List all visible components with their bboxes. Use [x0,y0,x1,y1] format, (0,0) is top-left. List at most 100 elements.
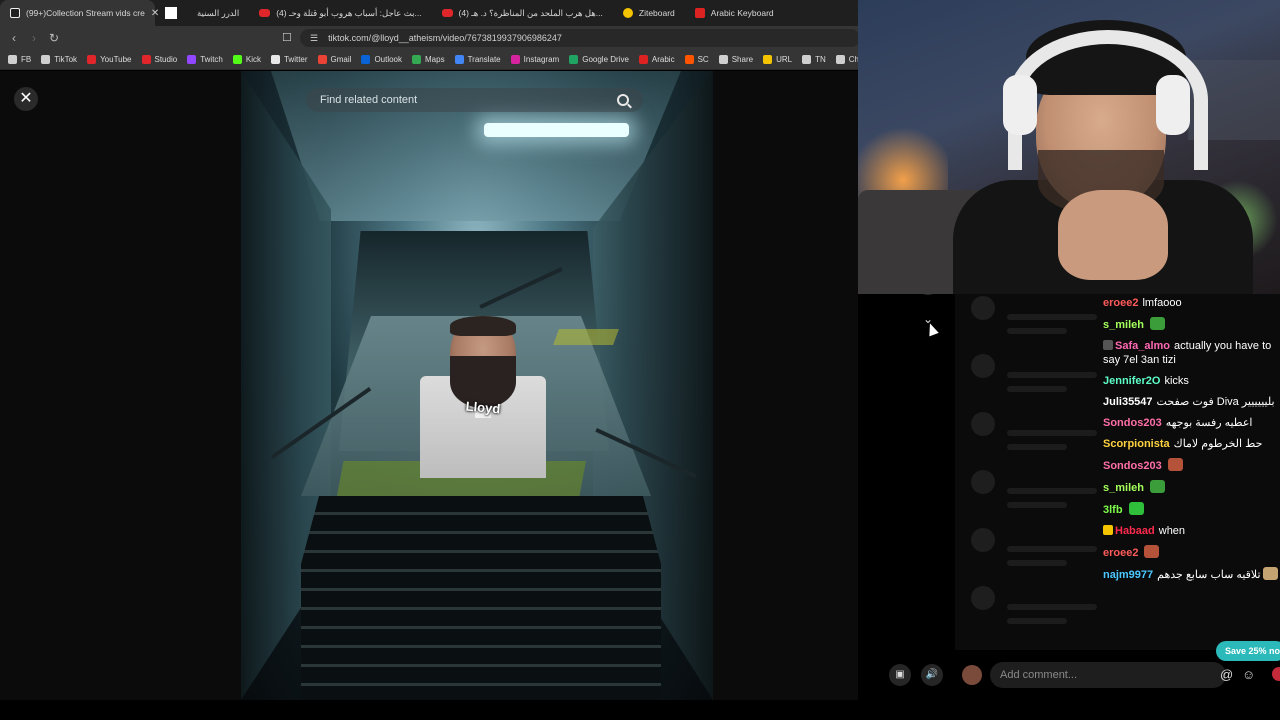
chat-username[interactable]: Scorpionista [1103,438,1170,450]
browser-toolbar: ‹ › ↻ ☐ ☰ tiktok.com/@lloyd__atheism/vid… [0,26,860,50]
promo-button[interactable]: Save 25% no [1216,641,1280,661]
chat-message: s_mileh [1103,480,1280,495]
bookmark-label: Twitch [200,55,223,64]
bookmark-favicon-icon [684,55,694,64]
emote-icon [1144,545,1160,558]
site-info-icon[interactable]: ☰ [310,33,318,44]
bookmark-icon[interactable]: ☐ [282,31,292,44]
chat-text: اعطيه رفسة بوجهه [1165,417,1253,429]
browser-tab[interactable]: (99+)Collection Stream vids cre ✕ [0,0,159,26]
close-tab-icon[interactable]: ✕ [151,8,159,19]
reload-icon[interactable]: ↻ [44,31,64,45]
youtube-icon [441,9,453,17]
tab-label: (4) بث عاجل: أسباب هروب أبو قتلة وحـ... [276,7,422,18]
chat-username[interactable]: Juli35547 [1103,396,1153,408]
browser-tab[interactable]: الدرر السنية [187,0,249,26]
floating-player-icon[interactable]: ▣ [889,664,911,686]
find-related-search[interactable]: Find related content [306,88,643,112]
e-icon [694,8,705,18]
video-controls: ▣ 🔊 [889,664,943,686]
bookmark-item[interactable]: Google Drive [569,55,629,64]
user-badge-icon [1103,525,1113,535]
bookmark-item[interactable]: Cha [835,55,858,64]
chat-text: فوت صفحت Diva بليييييير [1156,396,1275,408]
bookmark-label: SC [697,55,709,64]
browser-tab-bar: (99+)Collection Stream vids cre ✕ الدرر ال… [0,0,858,26]
bookmark-favicon-icon [638,55,648,64]
chat-text: حط الخرطوم لاماك [1173,438,1263,450]
browser-tab[interactable]: (4) بث عاجل: أسباب هروب أبو قتلة وحـ... [249,0,431,26]
chat-message: s_mileh [1103,317,1280,332]
bookmark-item[interactable]: Gmail [317,55,352,64]
comment-input[interactable] [990,662,1226,688]
browser-tab[interactable]: Ziteboard [613,0,685,26]
stream-chat: eroee2 lmfaooo s_mileh Safa_almo actually yo… [955,294,1280,650]
bookmark-item[interactable]: Studio [141,55,177,64]
chat-username[interactable]: najm9977 [1103,569,1153,581]
browser-tab[interactable]: (4) هل هرب الملحد من المناظرة؟ د. هـ... [432,0,613,26]
emoji-icon[interactable]: ☺ [1242,667,1255,682]
search-icon[interactable] [617,94,629,106]
chat-username[interactable]: Sondos203 [1103,460,1162,472]
user-badge-icon [1103,340,1113,350]
chat-username[interactable]: eroee2 [1103,297,1138,309]
bookmark-item[interactable]: URL [763,55,792,64]
bookmark-item[interactable]: Instagram [510,55,559,64]
forward-arrow-icon[interactable]: › [24,31,44,45]
blank-page-icon[interactable] [165,7,177,19]
emote-icon [1262,567,1278,580]
chat-username[interactable]: 3lfb [1103,504,1123,516]
bookmark-label: URL [776,55,793,64]
chat-username[interactable]: Sondos203 [1103,417,1162,429]
chat-username[interactable]: Habaad [1115,525,1155,537]
chat-message: Habaad when [1103,524,1280,538]
chat-message: Scorpionista حط الخرطوم لاماك [1103,437,1280,451]
bookmark-item[interactable]: YouTube [87,55,132,64]
bookmark-item[interactable]: FB [8,55,31,64]
url-text: tiktok.com/@lloyd__atheism/video/7673819… [328,33,562,43]
chat-message: 3lfb [1103,502,1280,517]
mention-icon[interactable]: @ [1220,667,1233,682]
bookmark-item[interactable]: TikTok [41,55,77,64]
bookmark-item[interactable]: Share [718,55,754,64]
tab-label: Arabic Keyboard [710,8,774,18]
bookmark-favicon-icon [835,55,845,64]
bookmark-item[interactable]: Outlook [361,55,402,64]
bookmark-item[interactable]: Maps [412,55,445,64]
tab-label: (4) هل هرب الملحد من المناظرة؟ د. هـ... [458,7,603,18]
bookmark-item[interactable]: TN [802,55,826,64]
bookmark-label: YouTube [100,55,132,64]
volume-icon[interactable]: 🔊 [921,664,943,686]
bookmark-item[interactable]: Translate [454,55,501,64]
chat-username[interactable]: s_mileh [1103,319,1144,331]
bookmark-item[interactable]: Twitter [270,55,308,64]
bookmark-item[interactable]: Kick [232,55,261,64]
chat-username[interactable]: s_mileh [1103,482,1144,494]
bookmark-label: Share [731,55,754,64]
chat-username[interactable]: Safa_almo [1115,340,1170,352]
bookmark-label: Arabic [651,55,675,64]
webcam-feed [858,0,1280,294]
browser-tab[interactable]: Arabic Keyboard [685,0,784,26]
send-icon[interactable] [1272,667,1280,681]
bookmark-label: Gmail [330,55,352,64]
bookmark-favicon-icon [361,55,371,64]
chat-message: Sondos203 اعطيه رفسة بوجهه [1103,416,1280,430]
bookmark-label: Outlook [374,55,403,64]
bookmark-favicon-icon [232,55,242,64]
bookmark-favicon-icon [41,55,51,64]
close-icon[interactable]: ✕ [14,87,38,111]
avatar[interactable] [962,665,982,685]
comments-loading-skeleton [955,294,1105,650]
bookmark-favicon-icon [763,55,773,64]
bookmark-item[interactable]: Arabic [638,55,675,64]
address-bar[interactable]: ☰ tiktok.com/@lloyd__atheism/video/76738… [300,29,860,47]
bookmark-item[interactable]: Twitch [187,55,223,64]
bookmark-label: Google Drive [582,55,629,64]
bookmark-item[interactable]: SC [684,55,709,64]
chat-username[interactable]: eroee2 [1103,547,1138,559]
chat-message: eroee2 [1103,545,1280,560]
chat-username[interactable]: Jennifer2O [1103,375,1160,387]
bookmark-label: Cha [848,55,858,64]
back-arrow-icon[interactable]: ‹ [4,31,24,45]
